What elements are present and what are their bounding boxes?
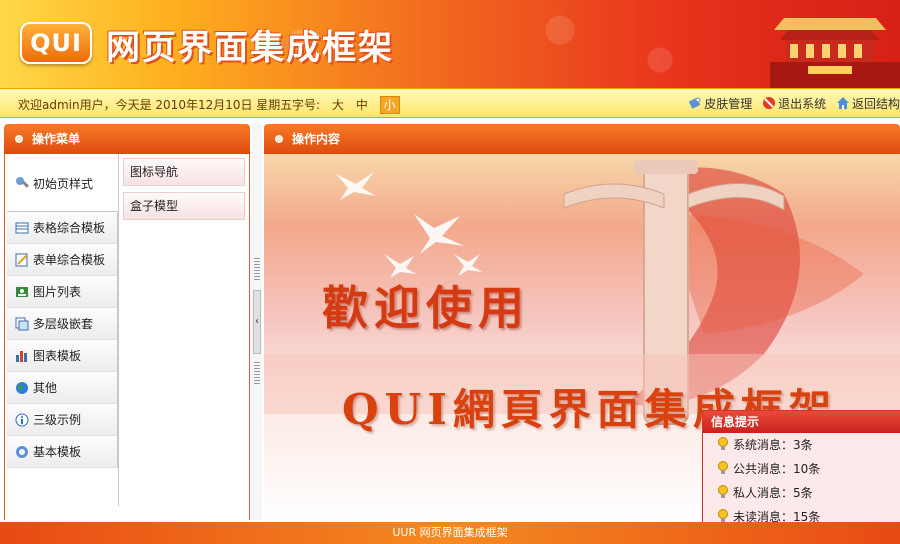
menu-item-table-template[interactable]: 表格综合模板	[7, 212, 118, 244]
menu-item-label: 图表模板	[33, 349, 82, 363]
font-size-small[interactable]: 小	[379, 96, 400, 114]
greeting-text: 欢迎admin用户，今天是 2010年12月10日 星期五	[18, 98, 293, 112]
title-bullet-icon	[275, 135, 283, 143]
globe-icon	[16, 382, 28, 394]
lightbulb-icon	[718, 437, 728, 450]
menu-item-label: 三级示例	[33, 413, 82, 427]
skin-manage-label: 皮肤管理	[704, 97, 753, 111]
info-row-private[interactable]: 私人消息：5条	[703, 481, 900, 505]
form-icon	[15, 253, 28, 267]
welcome-heading: 歡迎使用	[322, 281, 530, 335]
menu-item-chart-template[interactable]: 图表模板	[7, 340, 118, 372]
submenu-item-icon-nav[interactable]: 图标导航	[123, 158, 245, 186]
splitter-grip-top	[254, 258, 260, 280]
layers-icon	[15, 317, 29, 331]
menu-item-label: 图片列表	[33, 285, 82, 299]
font-size-large[interactable]: 大	[332, 98, 344, 112]
logout-label: 退出系统	[778, 97, 827, 111]
font-size-label: 字号:	[292, 98, 321, 112]
skin-icon	[689, 97, 701, 109]
back-label: 返回结构	[851, 97, 900, 111]
main-panel-title-text: 操作内容	[292, 132, 341, 146]
menu-item-label: 表单综合模板	[33, 253, 106, 267]
lightbulb-icon	[718, 509, 728, 522]
home-icon	[836, 97, 849, 109]
collapse-menu-button[interactable]: ‹	[253, 290, 261, 354]
menu-item-other[interactable]: 其他	[7, 372, 118, 404]
menu-item-picture-list[interactable]: 图片列表	[7, 276, 118, 308]
menu-item-label: 基本模板	[33, 445, 82, 459]
gear-icon	[16, 177, 29, 188]
font-size-switcher: 字号: 大 中 小	[292, 96, 400, 114]
gate-tower-illustration	[760, 0, 900, 88]
font-size-medium[interactable]: 中	[356, 98, 368, 112]
left-menu-panel: 初始页样式 表格综合模板 表单综合模板 图片列表 多层级嵌套 图表模板 其他 三…	[4, 154, 250, 520]
back-link[interactable]: 返回结构	[836, 97, 900, 111]
menu-item-basic-template[interactable]: 基本模板	[7, 436, 118, 468]
header-banner: QUI 网页界面集成框架	[0, 0, 900, 88]
footer: UUR 网页界面集成框架	[0, 522, 900, 544]
submenu-item-box-model[interactable]: 盒子模型	[123, 192, 245, 220]
menu-list: 初始页样式 表格综合模板 表单综合模板 图片列表 多层级嵌套 图表模板 其他 三…	[7, 154, 119, 506]
info-icon	[15, 413, 29, 427]
skin-manage-link[interactable]: 皮肤管理	[688, 97, 756, 111]
app-title: 网页界面集成框架	[106, 28, 394, 68]
info-bar: 欢迎admin用户，今天是 2010年12月10日 星期五 字号: 大 中 小 …	[0, 88, 900, 118]
info-row-text: 公共消息：10条	[733, 462, 821, 476]
lightbulb-icon	[718, 461, 728, 474]
main-panel-title: 操作内容	[264, 124, 900, 154]
title-bullet-icon	[15, 135, 23, 143]
left-panel-title: 操作菜单	[4, 124, 250, 154]
lightbulb-icon	[718, 485, 728, 498]
menu-item-label: 多层级嵌套	[33, 317, 94, 331]
top-links: 皮肤管理 退出系统 返回结构	[682, 95, 900, 112]
menu-item-label: 表格综合模板	[33, 221, 106, 235]
logo: QUI	[20, 22, 92, 64]
menu-item-nested-layers[interactable]: 多层级嵌套	[7, 308, 118, 340]
menu-item-form-template[interactable]: 表单综合模板	[7, 244, 118, 276]
left-panel-title-text: 操作菜单	[32, 132, 81, 146]
info-row-system[interactable]: 系统消息：3条	[703, 433, 900, 457]
info-row-text: 系统消息：3条	[733, 438, 813, 452]
help-icon	[16, 446, 28, 458]
info-row-public[interactable]: 公共消息：10条	[703, 457, 900, 481]
splitter-grip-bottom	[254, 362, 260, 384]
picture-icon	[16, 287, 28, 297]
logout-icon	[763, 97, 776, 109]
table-icon	[15, 222, 29, 234]
menu-item-label: 其他	[33, 381, 58, 395]
menu-item-initial-page[interactable]: 初始页样式	[7, 154, 118, 212]
info-popup-title: 信息提示	[703, 411, 900, 433]
info-row-text: 私人消息：5条	[733, 486, 813, 500]
menu-item-three-level[interactable]: 三级示例	[7, 404, 118, 436]
logout-link[interactable]: 退出系统	[762, 97, 830, 111]
menu-item-label: 初始页样式	[33, 177, 94, 191]
submenu-list: 图标导航 盒子模型	[123, 158, 245, 226]
chart-icon	[16, 351, 27, 362]
